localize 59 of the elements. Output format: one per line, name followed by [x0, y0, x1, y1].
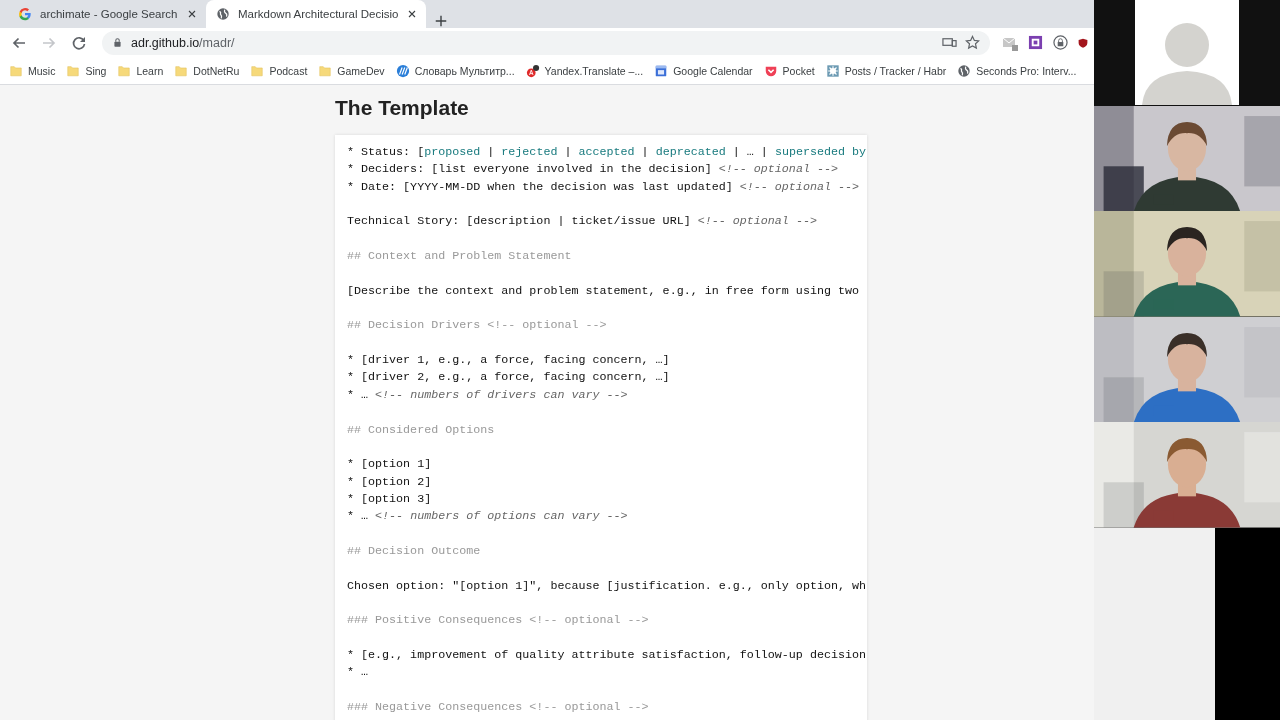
code-line: * … <!-- numbers of drivers can vary -->: [347, 386, 629, 404]
address-bar[interactable]: adr.github.io/madr/: [102, 30, 990, 55]
globe-icon: [957, 63, 972, 78]
code-line: * … <!-- numbers of options can vary -->: [347, 508, 629, 526]
code-line: ## Considered Options: [347, 421, 496, 439]
code-line: * Status: [proposed | rejected | accepted | deprecated | … | superseded by: [347, 144, 867, 161]
page-title: The Template: [335, 95, 470, 121]
bookmark[interactable]: Google Calendar: [649, 61, 758, 80]
code-line: * …: [347, 664, 370, 682]
bookmark[interactable]: GameDev: [313, 61, 390, 80]
calendar-icon: [654, 63, 669, 78]
code-line: ## Decision Outcome: [347, 542, 482, 560]
code-line: * [option 1]: [347, 456, 433, 474]
bookmark[interactable]: Yandex.Translate –...: [520, 61, 649, 80]
bookmark[interactable]: Sing: [61, 61, 112, 80]
close-icon[interactable]: [186, 8, 198, 20]
google-icon: [18, 7, 32, 21]
notebook-icon[interactable]: [1028, 35, 1043, 50]
bookmark[interactable]: Learn: [112, 61, 169, 80]
bookmark[interactable]: Seconds Pro: Interv...: [952, 61, 1082, 80]
folder-icon: [250, 63, 265, 78]
folder-icon: [9, 63, 23, 78]
reload-icon[interactable]: [71, 34, 87, 51]
code-line: ### Negative Consequences <!-- optional -->: [347, 699, 650, 716]
gear-icon: [825, 63, 840, 78]
code-line: * Date: [YYYY-MM-DD when the decision was last updated] <!-- optional -->: [347, 178, 860, 196]
url-text: adr.github.io/madr/: [131, 35, 235, 50]
new-tab-icon[interactable]: [434, 14, 449, 28]
folder-icon: [174, 63, 189, 78]
folder-icon: [117, 63, 132, 78]
bookmark[interactable]: Music: [4, 61, 61, 80]
code-line: * Deciders: [list everyone involved in the decision] <!-- optional -->: [347, 161, 839, 179]
code-line: * [driver 2, e.g., a force, facing concern, …]: [347, 369, 671, 387]
code-line: * [driver 1, e.g., a force, facing concern, …]: [347, 352, 671, 370]
folder-icon: [66, 63, 81, 78]
code-line: ## Context and Problem Statement: [347, 248, 573, 266]
bookmark[interactable]: DotNetRu: [169, 61, 245, 80]
folder-icon: [318, 63, 333, 78]
code-line: ## Decision Drivers <!-- optional -->: [347, 317, 608, 335]
screen-icon[interactable]: [942, 35, 957, 50]
code-line: Chosen option: "[option 1]", because [justification. e.g., only option, wh: [347, 577, 867, 595]
code-line: * [option 2]: [347, 473, 433, 491]
bookmark[interactable]: Posts / Tracker / Habr: [820, 61, 952, 80]
code-line: [Describe the context and problem statement, e.g., in free form using two: [347, 282, 860, 300]
code-line: ### Positive Consequences <!-- optional -->: [347, 612, 650, 630]
bookmark[interactable]: Словарь Мультитр...: [390, 61, 520, 80]
lock-circle-icon[interactable]: [1053, 35, 1068, 50]
dictionary-icon: [395, 63, 410, 78]
code-line: * [e.g., improvement of quality attribute satisfaction, follow-up decision: [347, 646, 867, 664]
browser-tab[interactable]: Markdown Architectural Decisio: [206, 0, 427, 28]
translate-icon: [525, 63, 540, 78]
bookmark[interactable]: Podcast: [245, 61, 313, 80]
code-line: * [option 3]: [347, 490, 433, 508]
bookmark[interactable]: Pocket: [758, 61, 820, 80]
browser-tab[interactable]: archimate - Google Search: [8, 0, 206, 28]
star-icon[interactable]: [965, 35, 980, 50]
code-line: Technical Story: [description | ticket/issue URL] <!-- optional -->: [347, 213, 818, 231]
lock-icon: [112, 37, 123, 48]
globe-icon: [216, 7, 230, 21]
